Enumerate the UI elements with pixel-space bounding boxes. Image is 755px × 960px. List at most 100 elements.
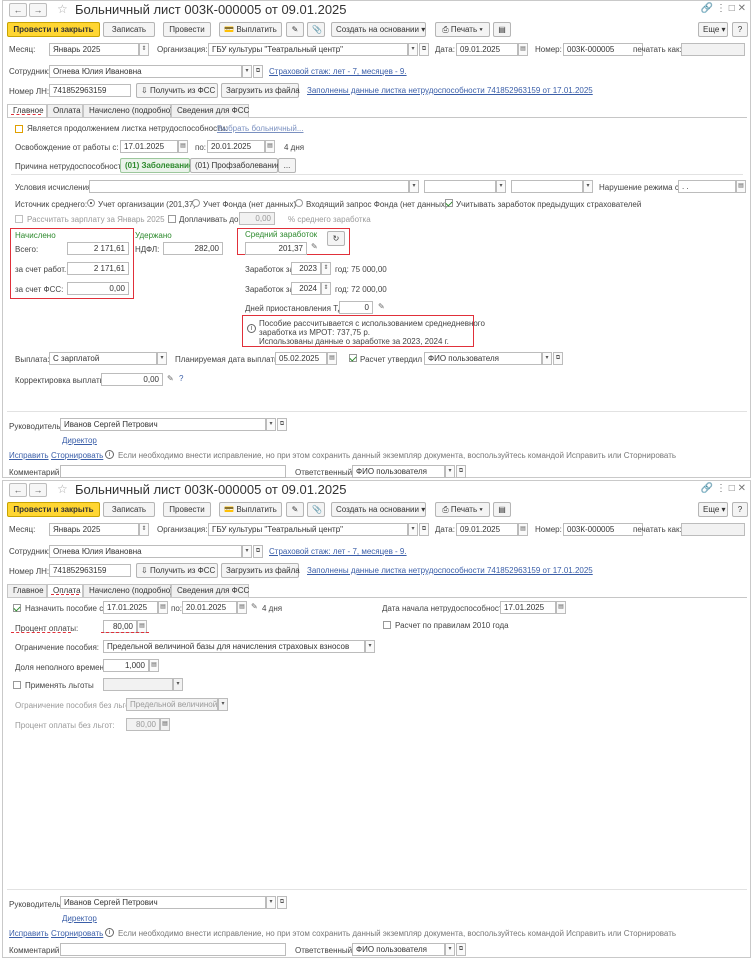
tab-payment[interactable]: Оплата <box>47 584 83 597</box>
org-open-icon[interactable]: ⧉ <box>419 43 429 56</box>
benefits-dropdown-icon[interactable]: ▾ <box>173 678 183 691</box>
start-date-calendar-icon[interactable]: ▤ <box>556 601 566 614</box>
employee-open-icon[interactable]: ⧉ <box>253 65 263 78</box>
report-icon[interactable]: ▤ <box>493 502 511 517</box>
tab-payment[interactable]: Оплата <box>47 104 83 117</box>
back-arrow-icon[interactable]: ← <box>9 3 27 17</box>
parttime-calc-icon[interactable]: ▤ <box>149 659 159 672</box>
manager-field[interactable]: Иванов Сергей Петрович <box>60 896 266 909</box>
ln-number-field[interactable]: 741852963159 <box>49 84 131 97</box>
source-fund-radio[interactable] <box>192 199 200 207</box>
load-from-file-button[interactable]: Загрузить из файла <box>221 83 300 98</box>
fix-link[interactable]: Исправить <box>9 929 49 938</box>
approved-open-icon[interactable]: ⧉ <box>553 352 563 365</box>
source-request-radio[interactable] <box>295 199 303 207</box>
assign-to-field[interactable]: 20.01.2025 <box>182 601 237 614</box>
tab-fss-info[interactable]: Сведения для ФСС <box>171 104 249 117</box>
month-spin-icon[interactable]: ⇕ <box>139 43 149 56</box>
number-field[interactable]: 003К-000005 <box>563 43 643 56</box>
planned-date-field[interactable]: 05.02.2025 <box>275 352 327 365</box>
responsible-dropdown-icon[interactable]: ▾ <box>445 943 455 956</box>
org-open-icon[interactable]: ⧉ <box>419 523 429 536</box>
reason-prof-disease-button[interactable]: (01) Профзаболевание <box>190 158 281 173</box>
get-from-fss-button[interactable]: ⇩ Получить из ФСС <box>136 83 218 98</box>
consider-previous-checkbox[interactable] <box>445 199 453 207</box>
ndfl-field[interactable]: 282,00 <box>163 242 223 255</box>
help-button[interactable]: ? <box>732 22 748 37</box>
print-as-field[interactable] <box>681 523 745 536</box>
month-spin-icon[interactable]: ⇕ <box>139 523 149 536</box>
employee-open-icon[interactable]: ⧉ <box>253 545 263 558</box>
print-button[interactable]: ⎙ Печать ▾ <box>435 502 490 517</box>
reverse-link[interactable]: Сторнировать <box>51 451 103 460</box>
select-sick-leave-link[interactable]: Выбрать больничный... <box>217 124 304 133</box>
start-date-field[interactable]: 17.01.2025 <box>500 601 556 614</box>
org-field[interactable]: ГБУ культуры "Театральный центр" <box>208 523 408 536</box>
org-dropdown-icon[interactable]: ▾ <box>408 523 418 536</box>
approved-dropdown-icon[interactable]: ▾ <box>542 352 552 365</box>
ln-number-field[interactable]: 741852963159 <box>49 564 131 577</box>
assign-pencil-icon[interactable]: ✎ <box>251 602 258 611</box>
release-to-field[interactable]: 20.01.2025 <box>207 140 265 153</box>
conditions-dropdown-icon-3[interactable]: ▾ <box>583 180 593 193</box>
save-button[interactable]: Записать <box>103 22 155 37</box>
save-button[interactable]: Записать <box>103 502 155 517</box>
help-question-icon[interactable]: ? <box>179 374 183 383</box>
pay-extra-checkbox[interactable] <box>168 215 176 223</box>
approved-by-field[interactable]: ФИО пользователя <box>424 352 542 365</box>
forward-arrow-icon[interactable]: → <box>29 483 47 497</box>
employee-dropdown-icon[interactable]: ▾ <box>242 65 252 78</box>
payout-field[interactable]: С зарплатой <box>49 352 157 365</box>
reason-more-button[interactable]: ... <box>278 158 296 173</box>
fix-link[interactable]: Исправить <box>9 451 49 460</box>
post-and-close-button[interactable]: Провести и закрыть <box>7 502 100 517</box>
month-field[interactable]: Январь 2025 <box>49 43 139 56</box>
edit-icon[interactable]: ✎ <box>286 22 304 37</box>
approved-checkbox[interactable] <box>349 354 357 362</box>
filled-data-link[interactable]: Заполнены данные листка нетрудоспособнос… <box>307 86 593 95</box>
manager-open-icon[interactable]: ⧉ <box>277 896 287 909</box>
benefits-field[interactable] <box>103 678 173 691</box>
employee-field[interactable]: Огнева Юлия Ивановна <box>49 545 242 558</box>
responsible-dropdown-icon[interactable]: ▾ <box>445 465 455 478</box>
assign-from-calendar-icon[interactable]: ▤ <box>158 601 168 614</box>
conditions-dropdown-icon-2[interactable]: ▾ <box>496 180 506 193</box>
get-from-fss-button[interactable]: ⇩ Получить из ФСС <box>136 563 218 578</box>
favorite-star-icon[interactable]: ☆ <box>57 482 68 496</box>
responsible-open-icon[interactable]: ⧉ <box>456 465 466 478</box>
pencil-icon[interactable]: ✎ <box>311 242 318 251</box>
load-from-file-button[interactable]: Загрузить из файла <box>221 563 300 578</box>
continuation-checkbox[interactable] <box>15 125 23 133</box>
employer-field[interactable]: 2 171,61 <box>67 262 129 275</box>
comment-field[interactable] <box>60 465 286 478</box>
limit-dropdown-icon[interactable]: ▾ <box>365 640 375 653</box>
tab-accrued-detailed[interactable]: Начислено (подробно) <box>83 584 173 597</box>
pay-extra-field[interactable]: 0,00 <box>239 212 275 225</box>
print-button[interactable]: ⎙ Печать ▾ <box>435 22 490 37</box>
year2-spin-icon[interactable]: ⇕ <box>321 282 331 295</box>
manager-field[interactable]: Иванов Сергей Петрович <box>60 418 266 431</box>
tab-main[interactable]: Главное <box>7 104 47 117</box>
manager-role-link[interactable]: Директор <box>62 436 97 445</box>
year1-spin-icon[interactable]: ⇕ <box>321 262 331 275</box>
limit-field[interactable]: Предельной величиной базы для начисления… <box>103 640 365 653</box>
assign-to-calendar-icon[interactable]: ▤ <box>237 601 247 614</box>
manager-role-link[interactable]: Директор <box>62 914 97 923</box>
pct-nobenefit-calc-icon[interactable]: ▤ <box>160 718 170 731</box>
pct-nobenefit-field[interactable]: 80,00 <box>126 718 160 731</box>
refresh-icon[interactable]: ↻ <box>327 231 345 246</box>
window-controls-icon[interactable]: 🔗 ⋮ □ ✕ <box>701 3 746 14</box>
calendar-icon[interactable]: ▤ <box>518 523 528 536</box>
forward-arrow-icon[interactable]: → <box>29 3 47 17</box>
apply-benefits-checkbox[interactable] <box>13 681 21 689</box>
assign-benefit-checkbox[interactable] <box>13 604 21 612</box>
tab-main[interactable]: Главное <box>7 584 47 597</box>
comment-field[interactable] <box>60 943 286 956</box>
total-field[interactable]: 2 171,61 <box>67 242 129 255</box>
correction-field[interactable]: 0,00 <box>101 373 163 386</box>
report-icon[interactable]: ▤ <box>493 22 511 37</box>
more-button[interactable]: Еще ▾ <box>698 502 728 517</box>
conditions-field-3[interactable] <box>511 180 583 193</box>
edit-icon[interactable]: ✎ <box>286 502 304 517</box>
month-field[interactable]: Январь 2025 <box>49 523 139 536</box>
